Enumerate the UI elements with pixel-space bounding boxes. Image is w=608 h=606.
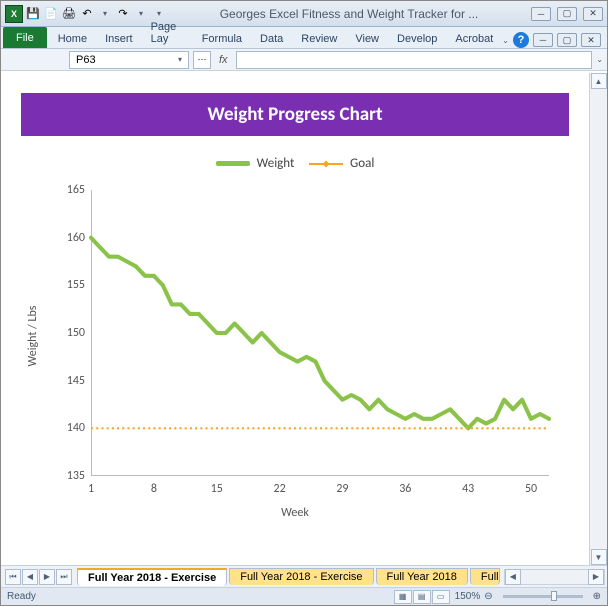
scroll-right-button[interactable]: ▶ xyxy=(588,569,604,585)
x-tick-label: 15 xyxy=(211,482,223,496)
x-tick-label: 43 xyxy=(462,482,474,496)
x-tick-label: 36 xyxy=(399,482,411,496)
worksheet-area: Weight Progress Chart Weight Goal Weight… xyxy=(1,73,589,565)
sheet-nav-last[interactable]: ⏭ xyxy=(56,569,72,585)
name-box-value: P63 xyxy=(76,54,96,66)
zoom-slider[interactable] xyxy=(503,595,583,598)
sheet-tab-active[interactable]: Full Year 2018 - Exercise xyxy=(77,568,227,586)
page-layout-view-button[interactable]: ▤ xyxy=(413,590,431,604)
chart-legend: Weight Goal xyxy=(21,146,569,177)
chart-container: Weight Goal Weight / Lbs Week 1351401451… xyxy=(21,146,569,526)
zoom-in-button[interactable]: ⊕ xyxy=(593,591,601,602)
shrink-bar-button[interactable]: ⋯ xyxy=(193,51,211,69)
tab-developer[interactable]: Develop xyxy=(388,29,446,48)
status-ready: Ready xyxy=(7,591,36,602)
legend-label-weight: Weight xyxy=(257,156,295,171)
zoom-thumb[interactable] xyxy=(551,591,557,601)
name-box[interactable]: P63 ▾ xyxy=(69,51,189,69)
y-tick-label: 155 xyxy=(51,278,85,292)
y-tick-label: 165 xyxy=(51,183,85,197)
scroll-up-button[interactable]: ▲ xyxy=(591,73,607,89)
vertical-scrollbar[interactable]: ▲ ▼ xyxy=(589,73,607,565)
y-tick-label: 140 xyxy=(51,421,85,435)
tab-page-layout[interactable]: Page Lay xyxy=(142,17,193,48)
legend-swatch-goal xyxy=(309,163,343,165)
fx-label[interactable]: fx xyxy=(219,54,228,66)
doc-restore-button[interactable]: ▢ xyxy=(557,33,577,47)
namebox-dropdown-icon[interactable]: ▾ xyxy=(178,55,182,64)
tab-acrobat[interactable]: Acrobat xyxy=(446,29,502,48)
file-tab[interactable]: File xyxy=(3,27,47,48)
normal-view-button[interactable]: ▦ xyxy=(394,590,412,604)
chart-plot-area: 13514014515015516016518152229364350 xyxy=(91,190,549,476)
scroll-down-button[interactable]: ▼ xyxy=(591,549,607,565)
expand-formula-icon[interactable]: ⌄ xyxy=(596,55,603,64)
page-break-view-button[interactable]: ▭ xyxy=(432,590,450,604)
horizontal-scrollbar[interactable]: ◀ ▶ xyxy=(504,569,605,585)
formula-bar[interactable] xyxy=(236,51,593,69)
x-tick-label: 22 xyxy=(273,482,285,496)
y-tick-label: 135 xyxy=(51,469,85,483)
zoom-out-button[interactable]: ⊖ xyxy=(484,591,492,602)
ribbon-options-icon[interactable]: ⌄ xyxy=(502,36,509,45)
close-button[interactable]: ✕ xyxy=(583,7,603,21)
sheet-tab[interactable]: Full Year 2018 - Exercise xyxy=(229,568,373,585)
minimize-button[interactable]: ─ xyxy=(531,7,551,21)
x-tick-label: 50 xyxy=(525,482,537,496)
sheet-tab[interactable]: Full xyxy=(470,568,500,585)
sheet-nav-prev[interactable]: ◀ xyxy=(22,569,38,585)
x-axis-label: Week xyxy=(281,506,309,520)
sheet-nav-next[interactable]: ▶ xyxy=(39,569,55,585)
excel-logo-icon: X xyxy=(5,5,23,23)
y-tick-label: 160 xyxy=(51,231,85,245)
x-tick-label: 1 xyxy=(88,482,94,496)
x-tick-label: 8 xyxy=(151,482,157,496)
zoom-level[interactable]: 150% xyxy=(455,591,481,602)
series-weight xyxy=(91,238,549,429)
tab-review[interactable]: Review xyxy=(292,29,346,48)
tab-formulas[interactable]: Formula xyxy=(193,29,251,48)
redo-icon[interactable]: ↷ xyxy=(115,6,131,22)
chart-lines xyxy=(91,190,549,476)
print-preview-icon[interactable]: 🖨 xyxy=(61,6,77,22)
sheet-tab[interactable]: Full Year 2018 xyxy=(376,568,468,585)
doc-minimize-button[interactable]: ─ xyxy=(533,33,553,47)
help-icon[interactable]: ? xyxy=(513,32,529,48)
y-tick-label: 150 xyxy=(51,326,85,340)
x-tick-label: 29 xyxy=(336,482,348,496)
sheet-nav-first[interactable]: ⏮ xyxy=(5,569,21,585)
scroll-left-button[interactable]: ◀ xyxy=(505,569,521,585)
ribbon-tabs: File Home Insert Page Lay Formula Data R… xyxy=(1,27,607,49)
legend-swatch-weight xyxy=(216,161,250,166)
y-tick-label: 145 xyxy=(51,374,85,388)
window-title: Georges Excel Fitness and Weight Tracker… xyxy=(167,7,531,21)
save-icon[interactable]: 💾 xyxy=(25,6,41,22)
chart-title: Weight Progress Chart xyxy=(21,93,569,136)
tab-home[interactable]: Home xyxy=(49,29,96,48)
undo-icon[interactable]: ↶ xyxy=(79,6,95,22)
tab-insert[interactable]: Insert xyxy=(96,29,142,48)
tab-data[interactable]: Data xyxy=(251,29,292,48)
quick-access-icon[interactable]: 📄 xyxy=(43,6,59,22)
y-axis-label: Weight / Lbs xyxy=(26,306,40,367)
undo-dropdown-icon[interactable]: ▾ xyxy=(97,6,113,22)
tab-view[interactable]: View xyxy=(346,29,388,48)
restore-button[interactable]: ▢ xyxy=(557,7,577,21)
legend-label-goal: Goal xyxy=(350,156,374,171)
doc-close-button[interactable]: ✕ xyxy=(581,33,601,47)
